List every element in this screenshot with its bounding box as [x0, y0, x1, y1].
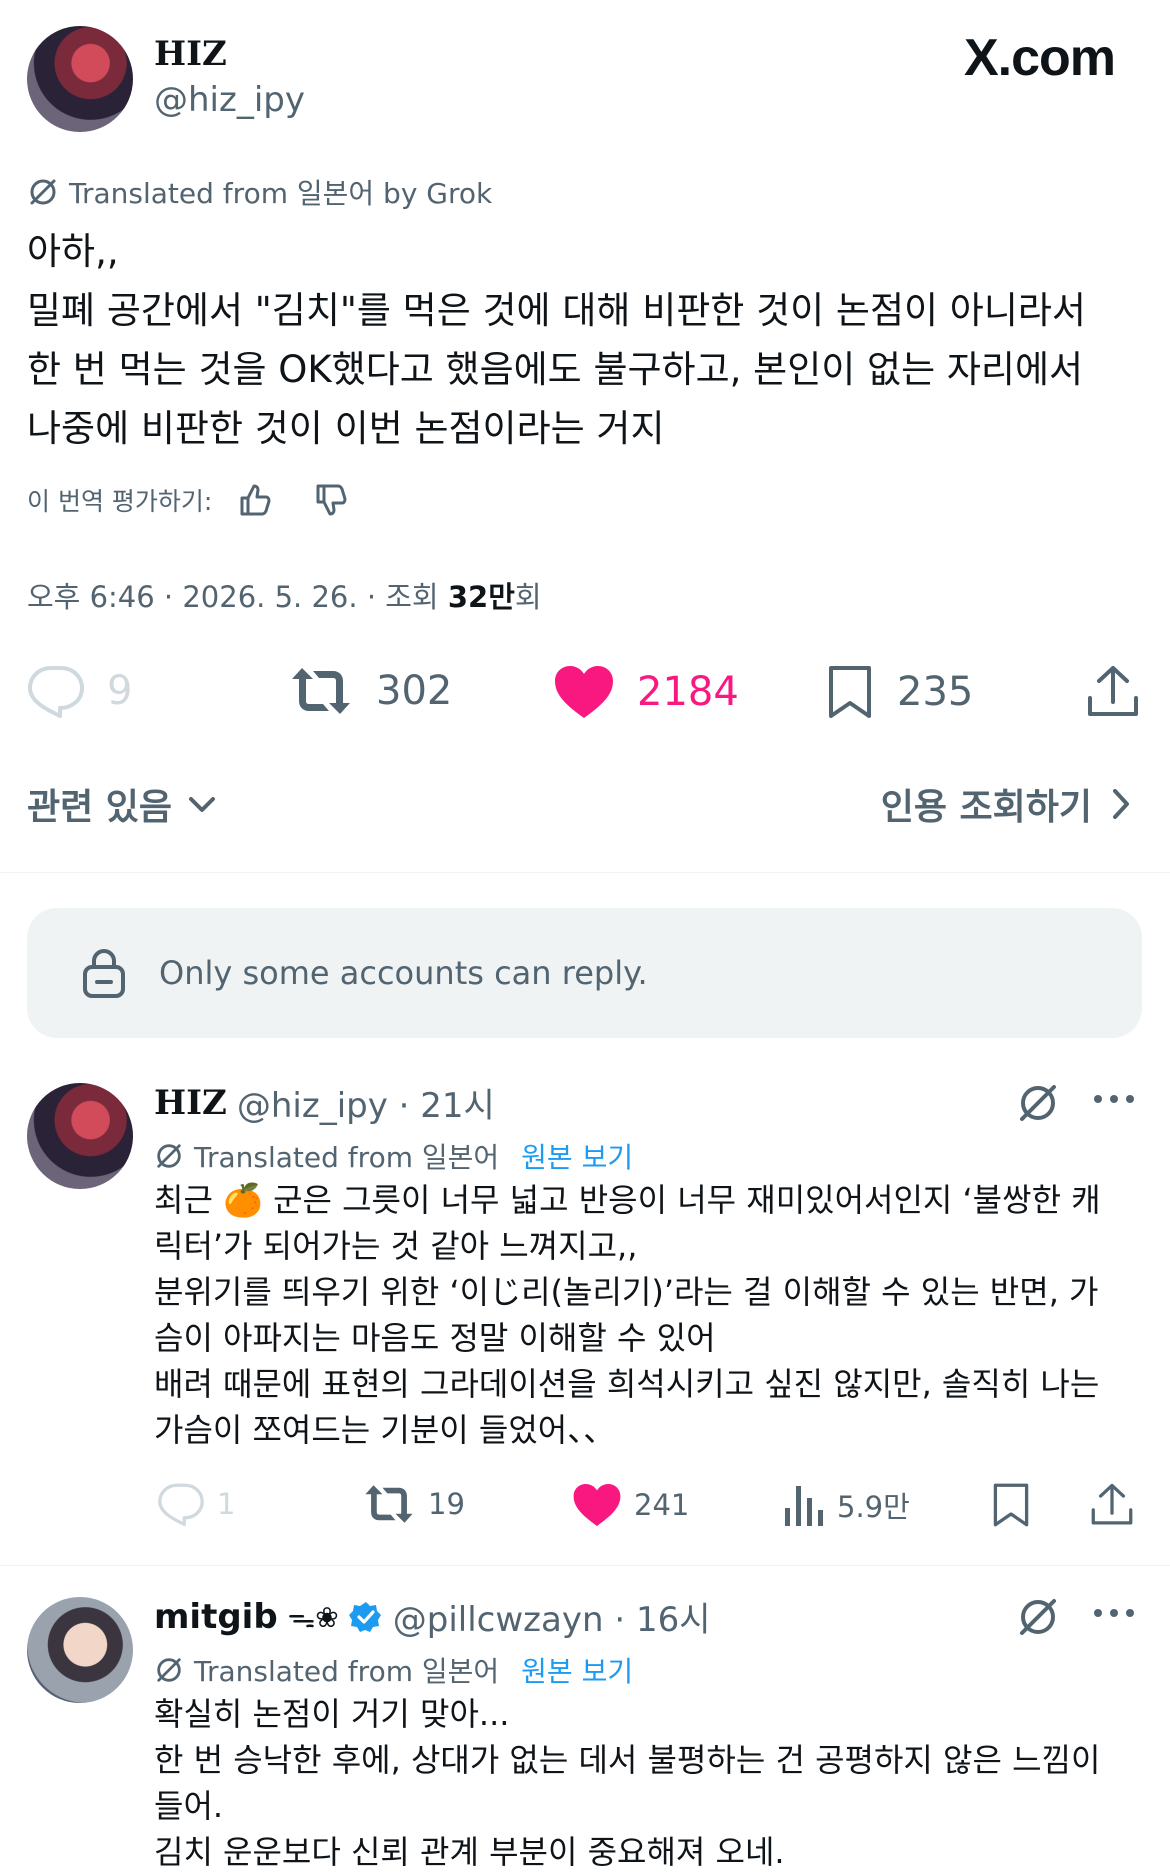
grok-button[interactable] [1015, 1594, 1061, 1640]
reply-author-name[interactable]: mitgib [154, 1597, 278, 1637]
retweet-action[interactable]: 302 [288, 664, 452, 718]
reply-translation-label: Translated from 일본어 [194, 1655, 500, 1688]
bookmark-action[interactable]: 235 [825, 664, 973, 720]
reply-views-action[interactable]: 5.9만 [783, 1482, 910, 1528]
share-icon [1086, 664, 1140, 720]
tweet-text: 아하,, 밀폐 공간에서 "김치"를 먹은 것에 대해 비판한 것이 논점이 아… [27, 230, 1086, 450]
reply-translation-notice: Translated from 일본어 원본 보기 [154, 1650, 633, 1690]
author-avatar[interactable] [27, 26, 133, 132]
reply-share-action[interactable] [1090, 1482, 1134, 1528]
grok-icon [1015, 1594, 1061, 1640]
thumbs-down-icon[interactable] [310, 480, 350, 520]
bookmark-icon [825, 664, 875, 720]
reply-action[interactable]: 9 [27, 664, 132, 718]
reply-text: 확실히 논점이 거기 맞아... 한 번 승낙한 후에, 상대가 없는 데서 불… [154, 1695, 1101, 1871]
more-options-button[interactable] [1092, 1606, 1136, 1620]
reply-restriction-box: Only some accounts can reply. [27, 908, 1142, 1038]
reply-retweet-action[interactable]: 19 [362, 1482, 465, 1526]
like-action[interactable]: 2184 [553, 664, 739, 720]
heart-icon [572, 1482, 622, 1528]
retweet-icon [288, 664, 354, 718]
reply-icon [157, 1482, 205, 1526]
lock-icon [81, 947, 127, 999]
rate-translation-row: 이 번역 평가하기: [27, 480, 350, 520]
related-toggle[interactable]: 관련 있음 [27, 778, 218, 830]
reply-views-count: 5.9만 [837, 1490, 910, 1524]
translation-label: Translated from 일본어 by Grok [69, 177, 493, 210]
author-name[interactable]: HIZ [154, 34, 227, 74]
reply-divider [0, 1565, 1170, 1566]
brand-watermark: X.com [963, 29, 1116, 87]
share-action[interactable] [1086, 664, 1140, 720]
thumbs-up-icon[interactable] [234, 480, 274, 520]
quotes-label: 인용 조회하기 [880, 787, 1092, 828]
grok-icon [27, 176, 59, 208]
grok-icon [154, 1655, 184, 1685]
more-icon [1092, 1092, 1136, 1106]
reply-translation-label: Translated from 일본어 [194, 1141, 500, 1174]
reply-like-action[interactable]: 241 [572, 1482, 689, 1528]
view-original-link[interactable]: 원본 보기 [521, 1136, 633, 1176]
verified-badge-icon [348, 1600, 383, 1634]
reply-avatar[interactable] [27, 1597, 133, 1703]
like-count: 2184 [637, 669, 739, 715]
grok-button[interactable] [1015, 1080, 1061, 1126]
reply-author-name[interactable]: HIZ [154, 1083, 227, 1123]
view-count: 32만 [447, 580, 515, 614]
grok-icon [1015, 1080, 1061, 1126]
reply-retweet-count: 19 [428, 1487, 465, 1521]
retweet-icon [362, 1482, 416, 1526]
reply-restriction-text: Only some accounts can reply. [159, 954, 648, 992]
reply-reply-count: 1 [217, 1487, 236, 1521]
analytics-icon [783, 1482, 825, 1528]
grok-icon [154, 1141, 184, 1171]
reply-icon [27, 664, 85, 718]
reply-author-handle[interactable]: @pillcwzayn · 16시 [393, 1592, 711, 1641]
view-original-link[interactable]: 원본 보기 [521, 1650, 633, 1690]
reply-author-handle[interactable]: @hiz_ipy · 21시 [237, 1078, 495, 1127]
reply-bookmark-action[interactable] [990, 1482, 1032, 1528]
reply-reply-action[interactable]: 1 [157, 1482, 235, 1526]
view-suffix: 회 [514, 580, 542, 614]
chevron-right-icon [1110, 787, 1132, 821]
view-quotes-link[interactable]: 인용 조회하기 [881, 778, 1132, 830]
reply-text: 최근 🍊 군은 그릇이 너무 넓고 반응이 너무 재미있어서인지 ‘불쌍한 캐 … [154, 1181, 1101, 1449]
translation-notice: Translated from 일본어 by Grok [27, 172, 492, 212]
reply-like-count: 241 [634, 1488, 690, 1522]
reply-header: mitgib ᯓ❀ @pillcwzayn · 16시 [154, 1592, 711, 1641]
timestamp: 오후 6:46 · 2026. 5. 26. · 조회 [27, 580, 448, 614]
bookmark-count: 235 [897, 669, 974, 715]
more-options-button[interactable] [1092, 1092, 1136, 1106]
reply-avatar[interactable] [27, 1083, 133, 1189]
section-divider [0, 872, 1170, 873]
bookmark-icon [990, 1482, 1032, 1528]
heart-icon [553, 664, 615, 720]
share-icon [1090, 1482, 1134, 1528]
more-icon [1092, 1606, 1136, 1620]
rate-label: 이 번역 평가하기: [27, 487, 213, 516]
reply-translation-notice: Translated from 일본어 원본 보기 [154, 1136, 633, 1176]
retweet-count: 302 [376, 668, 453, 714]
chevron-down-icon [186, 788, 218, 820]
author-handle[interactable]: @hiz_ipy [154, 80, 305, 120]
tweet-meta: 오후 6:46 · 2026. 5. 26. · 조회 32만회 [27, 574, 542, 616]
related-label: 관련 있음 [27, 787, 173, 828]
reply-count: 9 [107, 668, 133, 714]
name-decoration: ᯓ❀ [287, 1600, 339, 1634]
reply-header: HIZ @hiz_ipy · 21시 [154, 1078, 495, 1127]
